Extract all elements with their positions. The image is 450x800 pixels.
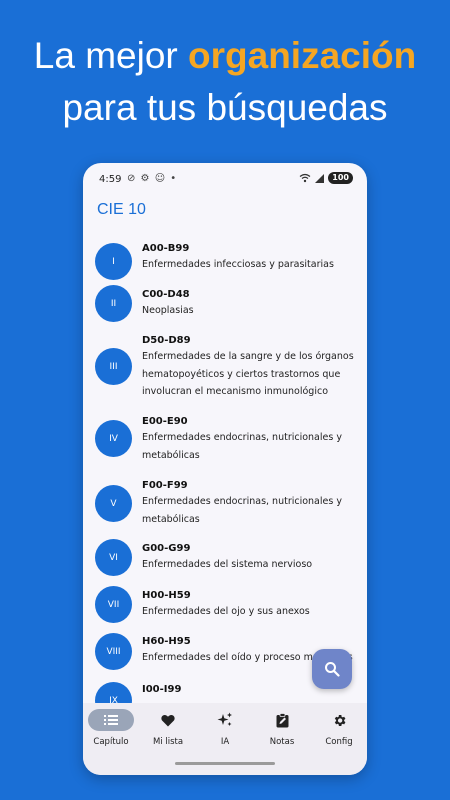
nav-icon-slot (145, 709, 191, 731)
nav-label-capitulo: Capítulo (93, 737, 129, 747)
nav-icon-slot (202, 709, 248, 731)
chapter-code-range: E00-E90 (142, 416, 188, 427)
nav-label-notas: Notas (269, 737, 295, 747)
nav-item-ia[interactable]: IA (197, 709, 253, 747)
promo-line-1-prefix: La mejor (33, 35, 189, 76)
heart-icon (161, 714, 175, 726)
nav-label-config: Config (325, 737, 353, 747)
chapter-description-line: Enfermedades endocrinas, nutricionales y (142, 432, 342, 443)
chapter-number-badge: V (95, 485, 132, 522)
status-bar: 4:59 ⊘ ⚙ ☺ • 100 (83, 163, 367, 197)
home-indicator[interactable] (175, 762, 275, 765)
chapter-code-range: F00-F99 (142, 480, 188, 491)
chapter-code-range: I00-I99 (142, 684, 182, 695)
status-notification-icons: ⊘ ⚙ ☺ • (127, 173, 178, 184)
chapter-description-line: Enfermedades de la sangre y de los órgan… (142, 351, 354, 362)
chapter-number-badge: VII (95, 586, 132, 623)
chapter-code-range: H00-H59 (142, 590, 191, 601)
chapter-code-range: D50-D89 (142, 335, 191, 346)
bottom-navigation: Capítulo Mi lista IA Notas Config (83, 703, 367, 775)
search-fab[interactable] (312, 649, 352, 689)
chapter-number-badge: II (95, 285, 132, 322)
chapter-description-line: Neoplasias (142, 305, 194, 316)
chapter-number-badge: VIII (95, 633, 132, 670)
nav-item-notas[interactable]: Notas (254, 709, 310, 747)
chapter-description-line: hematopoyéticos y ciertos trastornos que (142, 368, 341, 380)
promo-highlight-word: organización (188, 35, 417, 76)
sparkle-icon (217, 712, 232, 726)
nav-active-indicator (88, 709, 134, 731)
chapter-description-line: Enfermedades infecciosas y parasitarias (142, 259, 334, 270)
nav-icon-slot (316, 709, 362, 731)
promo-line-1: La mejor organización (0, 30, 450, 82)
chapter-code-range: H60-H95 (142, 636, 191, 647)
chapter-description-line: Enfermedades del sistema nervioso (142, 559, 313, 570)
chapter-description-line: involucran el mecanismo inmunológico (142, 386, 329, 397)
nav-label-mi-lista: Mi lista (152, 737, 184, 747)
status-time: 4:59 (99, 174, 122, 185)
chapter-number-badge: VI (95, 539, 132, 576)
chapter-number-badge: IX (95, 682, 132, 705)
chapter-description-line: metabólicas (142, 449, 200, 461)
nav-label-ia: IA (220, 737, 230, 747)
promo-line-2: para tus búsquedas (62, 87, 388, 128)
nav-icon-slot (259, 709, 305, 731)
chapter-list[interactable]: I A00-B99 Enfermedades infecciosas y paras… (83, 235, 367, 705)
chapter-number-badge: IV (95, 420, 132, 457)
chapter-description-line: Enfermedades endocrinas, nutricionales y (142, 496, 342, 507)
chapter-number-badge: III (95, 348, 132, 385)
nav-item-capitulo[interactable]: Capítulo (83, 709, 139, 747)
gear-icon (334, 714, 345, 726)
chapter-description-line: metabólicas (142, 513, 200, 525)
promo-headline: La mejor organización para tus búsquedas (0, 30, 450, 134)
chapter-code-range: C00-D48 (142, 289, 190, 300)
chapter-code-range: G00-G99 (142, 543, 191, 554)
chapter-number-badge: I (95, 243, 132, 280)
signal-icon (315, 174, 325, 183)
note-icon (276, 712, 288, 727)
search-icon (325, 662, 340, 677)
app-title: CIE 10 (97, 201, 146, 218)
wifi-icon (299, 173, 311, 183)
chapter-description-line: Enfermedades del ojo y sus anexos (142, 606, 310, 617)
phone-screen: 4:59 ⊘ ⚙ ☺ • 100 CIE 10 I A00-B99 Enfermed… (83, 163, 367, 775)
list-icon (104, 715, 118, 725)
nav-item-mi-lista[interactable]: Mi lista (140, 709, 196, 747)
battery-indicator: 100 (328, 172, 353, 184)
nav-item-config[interactable]: Config (311, 709, 367, 747)
status-right-icons: 100 (299, 172, 353, 184)
chapter-code-range: A00-B99 (142, 243, 190, 254)
